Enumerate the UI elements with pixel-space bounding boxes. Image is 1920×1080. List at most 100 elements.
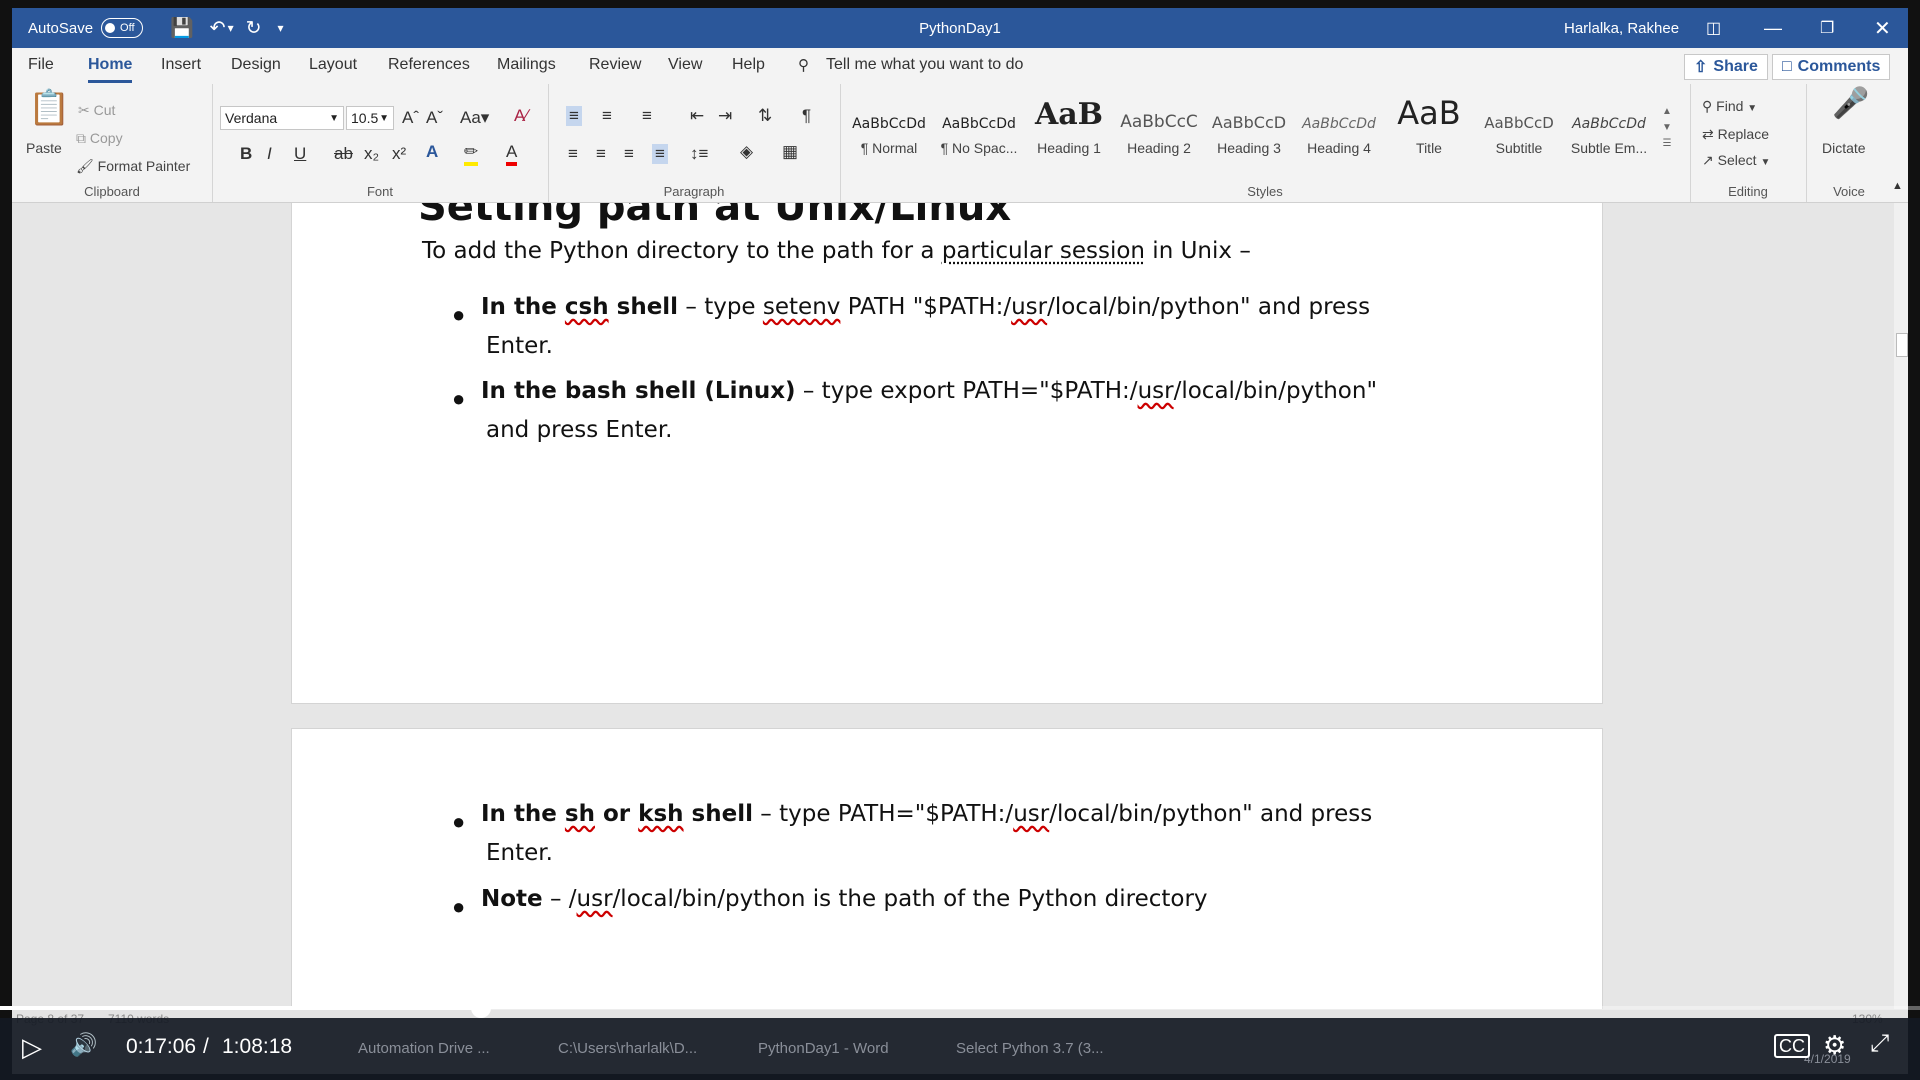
total-time: 1:08:18 [222,1035,293,1058]
bullet-icon: ● [452,809,466,834]
justify-icon[interactable]: ≡ [652,144,668,164]
close-icon[interactable]: ✕ [1874,8,1891,48]
font-name-select[interactable]: Verdana ▼ [220,106,344,130]
copy-button[interactable]: ⧉ Copy [76,130,123,147]
show-formatting-icon[interactable]: ¶ [802,106,811,126]
text-effects-icon[interactable]: A [426,142,438,162]
find-button[interactable]: ⚲ Find ▼ [1702,98,1757,115]
tab-help[interactable]: Help [732,56,765,74]
taskbar-item[interactable]: PythonDay1 - Word [758,1040,889,1057]
share-button[interactable]: ⇧ Share [1684,54,1768,80]
ribbon-display-icon[interactable]: ◫ [1706,8,1721,48]
progress-bar[interactable] [0,998,1920,1018]
taskbar-item[interactable]: C:\Users\rharlalk\D... [558,1040,697,1057]
collapse-ribbon-icon[interactable]: ▲ [1892,180,1903,192]
tab-review[interactable]: Review [589,56,641,74]
underline-icon[interactable]: U [294,144,306,164]
progress-handle[interactable] [470,998,491,1018]
volume-icon[interactable]: 🔊 [70,1032,97,1058]
align-left-icon[interactable]: ≡ [568,144,578,164]
style-heading-1[interactable]: AaB Heading 1 [1026,94,1112,164]
undo-icon[interactable]: ↶ [210,17,226,40]
document-page-2[interactable]: ● In the sh or ksh shell – type PATH="$P… [291,728,1603,1009]
save-icon[interactable]: 💾 [170,16,194,40]
list-item-sh-ksh-line2: Enter. [486,840,553,866]
captions-icon[interactable]: CC [1774,1034,1810,1058]
style-title[interactable]: AaB Title [1386,94,1472,164]
style-heading-4[interactable]: AaBbCcDd Heading 4 [1296,94,1382,164]
restore-icon[interactable]: ❐ [1820,8,1834,48]
tab-home[interactable]: Home [88,56,133,83]
highlight-icon[interactable]: ✏ [464,142,479,166]
clear-formatting-icon[interactable]: A∕ [514,106,528,126]
bullets-icon[interactable]: ≡ [566,106,582,126]
gear-icon[interactable]: ⚙ [1823,1030,1846,1061]
replace-button[interactable]: ⇄ Replace [1702,126,1769,143]
tell-me-box[interactable]: Tell me what you want to do [826,56,1023,74]
style-heading-2[interactable]: AaBbCcC Heading 2 [1116,94,1202,164]
style-no-spacing[interactable]: AaBbCcDd ¶ No Spac... [936,94,1022,164]
tab-file[interactable]: File [28,56,54,74]
style-normal[interactable]: AaBbCcDd ¶ Normal [846,94,932,164]
scroll-thumb[interactable] [1896,333,1908,357]
tab-layout[interactable]: Layout [309,56,357,74]
exit-fullscreen-icon[interactable]: ⤢ [1870,1030,1889,1058]
user-name[interactable]: Harlalka, Rakhee [1564,20,1679,37]
multilevel-list-icon[interactable]: ≡ [642,106,652,126]
align-center-icon[interactable]: ≡ [596,144,606,164]
select-button[interactable]: ↗ Select ▼ [1702,152,1770,169]
tab-mailings[interactable]: Mailings [497,56,556,74]
decrease-indent-icon[interactable]: ⇤ [690,106,704,126]
grow-font-icon[interactable]: Aˆ [402,108,419,128]
tab-view[interactable]: View [668,56,702,74]
cut-button[interactable]: ✂ Cut [78,102,115,119]
borders-icon[interactable]: ▦ [782,142,798,162]
line-spacing-icon[interactable]: ↕≡ [690,144,708,164]
style-subtle-emphasis[interactable]: AaBbCcDd Subtle Em... [1566,94,1652,164]
font-color-icon[interactable]: A [506,142,518,166]
tab-references[interactable]: References [388,56,470,74]
shading-icon[interactable]: ◈ [740,142,753,162]
document-page-1[interactable]: Setting path at Unix/Linux To add the Py… [291,203,1603,704]
taskbar-item[interactable]: Select Python 3.7 (3... [956,1040,1104,1057]
subscript-icon[interactable]: x₂ [364,144,379,164]
bold-icon[interactable]: B [240,144,252,164]
font-size-select[interactable]: 10.5 ▼ [346,106,394,130]
style-subtitle[interactable]: AaBbCcD Subtitle [1476,94,1562,164]
undo-dropdown-icon[interactable]: ▾ [228,21,234,35]
align-right-icon[interactable]: ≡ [624,144,634,164]
play-icon[interactable]: ▷ [22,1032,42,1063]
increase-indent-icon[interactable]: ⇥ [718,106,732,126]
strikethrough-icon[interactable]: ab [334,144,353,164]
customize-toolbar-icon[interactable]: ▾ [278,21,284,35]
paste-button[interactable]: Paste [26,140,62,156]
format-painter-button[interactable]: 🖌 Format Painter [76,158,190,175]
minimize-icon[interactable]: — [1764,8,1782,48]
numbering-icon[interactable]: ≡ [602,106,612,126]
superscript-icon[interactable]: x² [392,144,406,164]
shrink-font-icon[interactable]: Aˇ [426,108,443,128]
tab-insert[interactable]: Insert [161,56,201,74]
change-case-icon[interactable]: Aa▾ [460,108,489,128]
comments-button[interactable]: □ Comments [1772,54,1891,80]
redo-icon[interactable]: ↻ [246,17,262,40]
sort-icon[interactable]: ⇅ [758,106,772,126]
replace-icon: ⇄ [1702,126,1714,142]
time-separator: / [203,1035,209,1058]
voice-group: 🎤 Dictate Voice [1806,84,1892,202]
autosave-control[interactable]: AutoSave Off [28,8,143,48]
chevron-down-icon: ▼ [379,112,389,124]
style-heading-3[interactable]: AaBbCcD Heading 3 [1206,94,1292,164]
title-bar: AutoSave Off 💾 ↶ ▾ ↻ ▾ PythonDay1 Harlal… [12,8,1908,48]
document-area[interactable]: Setting path at Unix/Linux To add the Py… [12,203,1894,1009]
window-title: PythonDay1 [919,19,1001,37]
tab-design[interactable]: Design [231,56,281,74]
italic-icon[interactable]: I [267,144,272,164]
microphone-icon[interactable]: 🎤 [1832,86,1869,121]
dictate-button[interactable]: Dictate [1822,140,1866,156]
taskbar-item[interactable]: Automation Drive ... [358,1040,490,1057]
styles-scroll-icon[interactable]: ▲ ▼ ☰ [1662,104,1672,152]
paste-icon[interactable]: 📋 [28,88,70,128]
autosave-toggle[interactable]: Off [101,18,143,38]
vertical-scrollbar[interactable] [1894,203,1908,1009]
